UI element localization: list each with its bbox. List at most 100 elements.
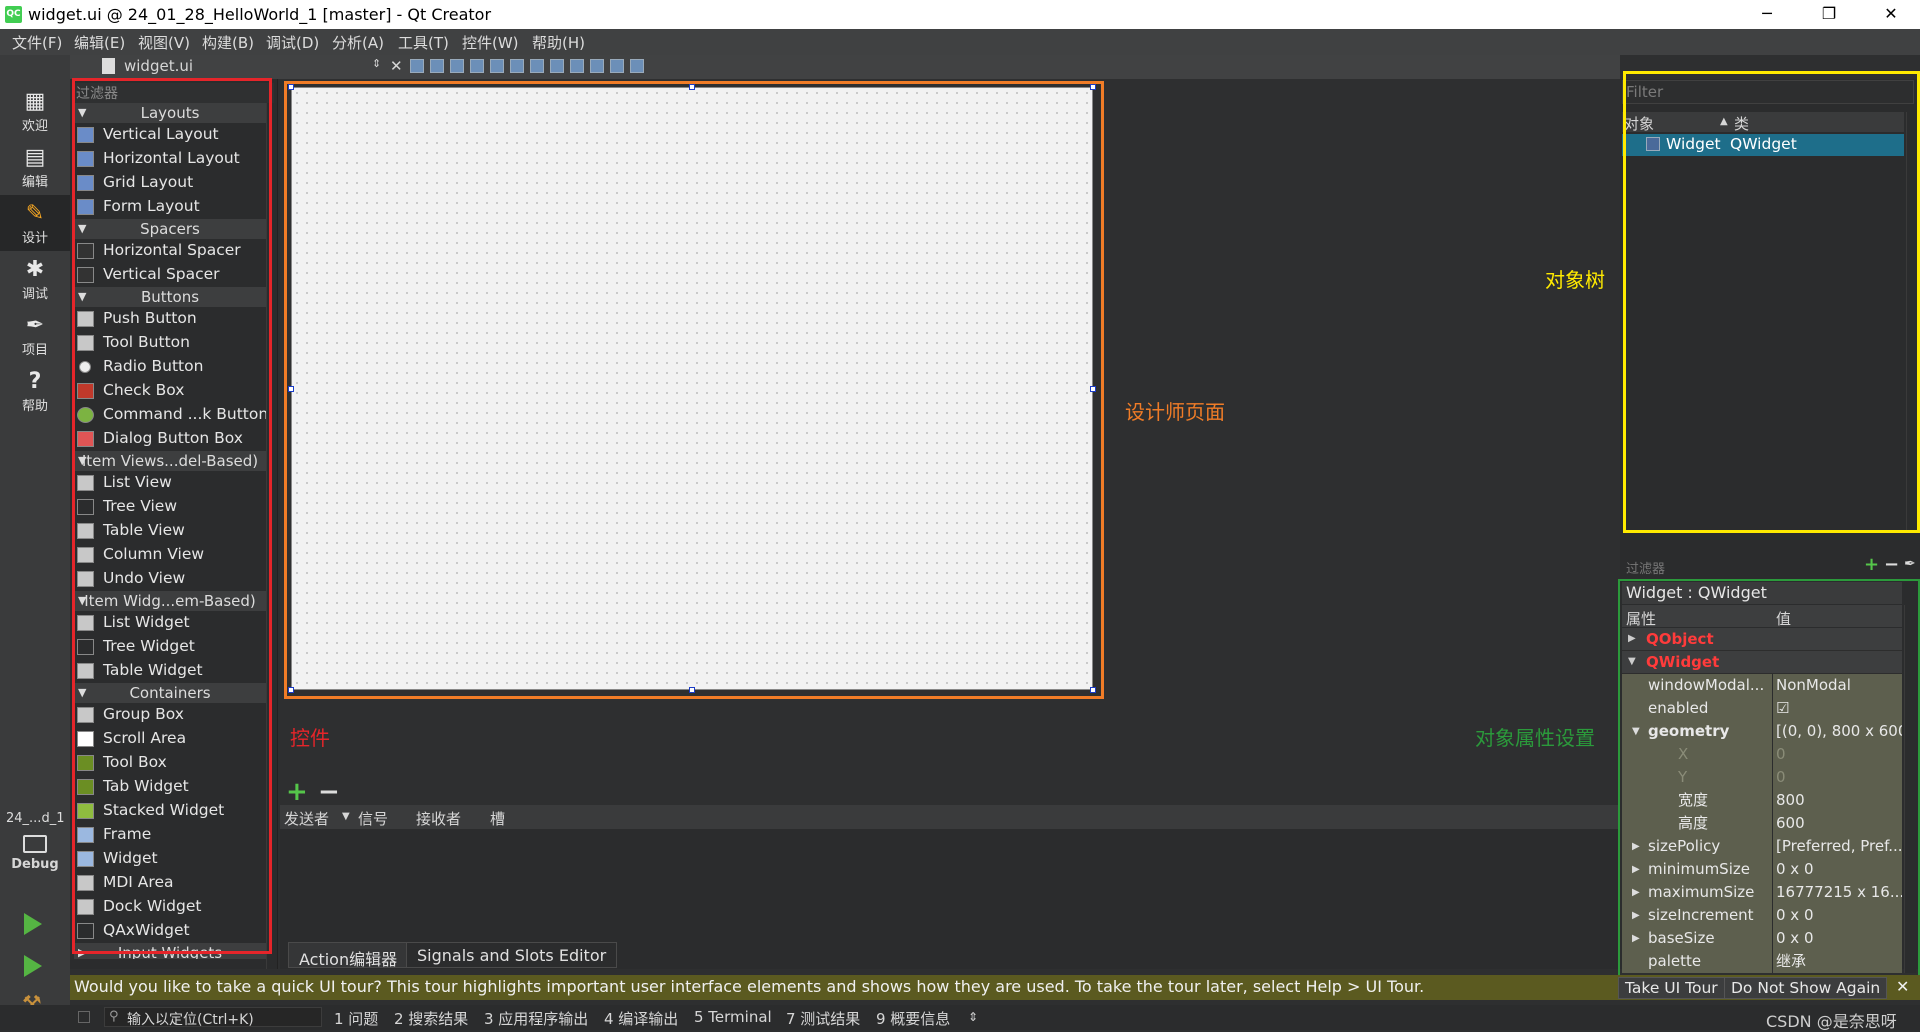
signals-slots-pane: + − 发送者 ▼ 信号 接收者 槽 Action编辑器 Signals and… <box>280 777 1620 969</box>
menu-build[interactable]: 构建(B) <box>202 32 254 53</box>
sort-arrow-icon: ▼ <box>342 811 350 822</box>
menu-analyze[interactable]: 分析(A) <box>332 32 384 53</box>
col-signal[interactable]: 信号 <box>358 808 388 829</box>
menu-widgets[interactable]: 控件(W) <box>462 32 519 53</box>
add-property-icon[interactable]: + <box>1864 554 1879 575</box>
layout-vertical-tool[interactable] <box>510 59 524 73</box>
debug-run-button[interactable] <box>24 955 42 977</box>
properties-highlight-box <box>1618 579 1920 997</box>
col-sender[interactable]: 发送者 <box>284 808 329 829</box>
menu-edit[interactable]: 编辑(E) <box>74 32 125 53</box>
pane-compile-output[interactable]: 4 编译输出 <box>604 1008 678 1029</box>
menu-view[interactable]: 视图(V) <box>138 32 190 53</box>
menu-help[interactable]: 帮助(H) <box>532 32 585 53</box>
help-icon: ? <box>28 369 42 394</box>
break-layout-tool[interactable] <box>610 59 624 73</box>
layout-form-tool[interactable] <box>570 59 584 73</box>
remove-connection-button[interactable]: − <box>318 777 340 807</box>
close-document-icon[interactable]: ✕ <box>390 57 403 75</box>
pencil-icon: ✎ <box>25 201 45 226</box>
mode-projects[interactable]: ✒ 项目 <box>0 307 70 363</box>
csdn-watermark: CSDN @是奈思呀 <box>1766 1012 1897 1031</box>
menu-file[interactable]: 文件(F) <box>12 32 62 53</box>
status-bar: ⚲ 输入以定位(Ctrl+K) 1 问题 2 搜索结果 3 应用程序输出 4 编… <box>0 1005 1920 1031</box>
chevron-right-icon: ▶ <box>1632 910 1640 921</box>
window-title: widget.ui @ 24_01_28_HelloWorld_1 [maste… <box>28 5 492 24</box>
tab-signals-slots-editor[interactable]: Signals and Slots Editor <box>406 942 618 968</box>
wrench-icon: ✒ <box>25 313 45 338</box>
pane-issues[interactable]: 1 问题 <box>334 1008 378 1029</box>
pane-search-results[interactable]: 2 搜索结果 <box>394 1008 468 1029</box>
title-bar: QC widget.ui @ 24_01_28_HelloWorld_1 [ma… <box>0 0 1920 29</box>
take-ui-tour-button[interactable]: Take UI Tour <box>1618 977 1725 999</box>
pane-application-output[interactable]: 3 应用程序输出 <box>484 1008 588 1029</box>
bug-icon: ✱ <box>25 257 45 282</box>
tab-action-editor[interactable]: Action编辑器 <box>288 942 409 969</box>
search-icon: ⚲ <box>109 1009 119 1024</box>
close-infobar-icon[interactable]: ✕ <box>1896 977 1909 996</box>
edit-tab-order-tool[interactable] <box>470 59 484 73</box>
designer-highlight-box <box>284 81 1104 699</box>
signals-toolbar: + − <box>280 777 1620 807</box>
remove-property-icon[interactable]: − <box>1884 554 1899 575</box>
ui-file-icon <box>102 58 115 74</box>
layout-h-splitter-tool[interactable] <box>530 59 544 73</box>
chevron-right-icon: ▶ <box>1632 864 1640 875</box>
annotation-object-tree: 对象树 <box>1545 268 1605 292</box>
layout-grid-tool[interactable] <box>590 59 604 73</box>
chevron-updown-icon[interactable]: ⇕ <box>968 1010 978 1024</box>
property-filter-input[interactable]: 过滤器 + − ✒ <box>1626 554 1916 578</box>
layout-v-splitter-tool[interactable] <box>550 59 564 73</box>
configure-wrench-icon[interactable]: ✒ <box>1904 556 1916 572</box>
mode-edit[interactable]: ▤ 编辑 <box>0 139 70 195</box>
bottom-editor-tabs: Action编辑器 Signals and Slots Editor <box>280 939 1620 969</box>
mode-help[interactable]: ? 帮助 <box>0 363 70 419</box>
mode-debug[interactable]: ✱ 调试 <box>0 251 70 307</box>
maximize-button[interactable]: ❐ <box>1800 0 1858 29</box>
annotation-properties: 对象属性设置 <box>1475 726 1595 750</box>
edit-buddies-tool[interactable] <box>450 59 464 73</box>
kit-project-label: 24_...d_1 <box>6 811 65 826</box>
layout-horizontal-tool[interactable] <box>490 59 504 73</box>
run-button[interactable] <box>24 913 42 935</box>
pane-terminal[interactable]: 5 Terminal <box>694 1008 772 1026</box>
col-receiver[interactable]: 接收者 <box>416 808 461 829</box>
menu-bar: 文件(F) 编辑(E) 视图(V) 构建(B) 调试(D) 分析(A) 工具(T… <box>0 29 1920 55</box>
toggle-sidebar-icon[interactable] <box>78 1011 90 1023</box>
col-slot[interactable]: 槽 <box>490 808 505 829</box>
minimize-button[interactable]: ─ <box>1738 0 1796 29</box>
signals-table-header: 发送者 ▼ 信号 接收者 槽 <box>280 805 1620 829</box>
file-name-dropdown[interactable]: widget.ui <box>124 57 193 75</box>
edit-icon: ▤ <box>24 145 46 170</box>
pane-test-results[interactable]: 7 测试结果 <box>786 1008 860 1029</box>
object-tree-highlight-box <box>1623 71 1920 533</box>
pane-general-messages[interactable]: 9 概要信息 <box>876 1008 950 1029</box>
qt-creator-icon: QC <box>5 6 22 23</box>
locator-input[interactable]: ⚲ 输入以定位(Ctrl+K) <box>104 1007 322 1028</box>
close-button[interactable]: ✕ <box>1862 0 1920 29</box>
do-not-show-again-button[interactable]: Do Not Show Again <box>1724 977 1888 999</box>
chevron-right-icon: ▶ <box>1632 841 1640 852</box>
annotation-designer: 设计师页面 <box>1125 400 1225 424</box>
annotation-widgets: 控件 <box>290 726 330 750</box>
menu-tools[interactable]: 工具(T) <box>398 32 449 53</box>
edit-signals-tool[interactable] <box>430 59 444 73</box>
monitor-icon <box>23 835 47 853</box>
chevron-updown-icon[interactable]: ⇕ <box>372 57 381 70</box>
tour-message: Would you like to take a quick UI tour? … <box>74 977 1425 996</box>
editor-toolbar: widget.ui ⇕ ✕ <box>70 55 1620 79</box>
mode-welcome[interactable]: ▦ 欢迎 <box>0 83 70 139</box>
mode-design[interactable]: ✎ 设计 <box>0 195 70 251</box>
chevron-right-icon: ▶ <box>1632 887 1640 898</box>
widgets-highlight-box <box>72 78 272 954</box>
kit-build-mode: Debug <box>11 857 59 872</box>
mode-selector: ▦ 欢迎 ▤ 编辑 ✎ 设计 ✱ 调试 ✒ 项目 ? 帮助 24_...d_1 Debug … <box>0 55 70 1017</box>
menu-debug[interactable]: 调试(D) <box>266 32 319 53</box>
edit-widgets-tool[interactable] <box>410 59 424 73</box>
kit-selector[interactable]: Debug <box>0 831 70 881</box>
ui-tour-infobar: Would you like to take a quick UI tour? … <box>70 975 1920 1000</box>
add-connection-button[interactable]: + <box>286 777 308 807</box>
chevron-right-icon: ▶ <box>1632 933 1640 944</box>
adjust-size-tool[interactable] <box>630 59 644 73</box>
grid-icon: ▦ <box>24 89 46 114</box>
